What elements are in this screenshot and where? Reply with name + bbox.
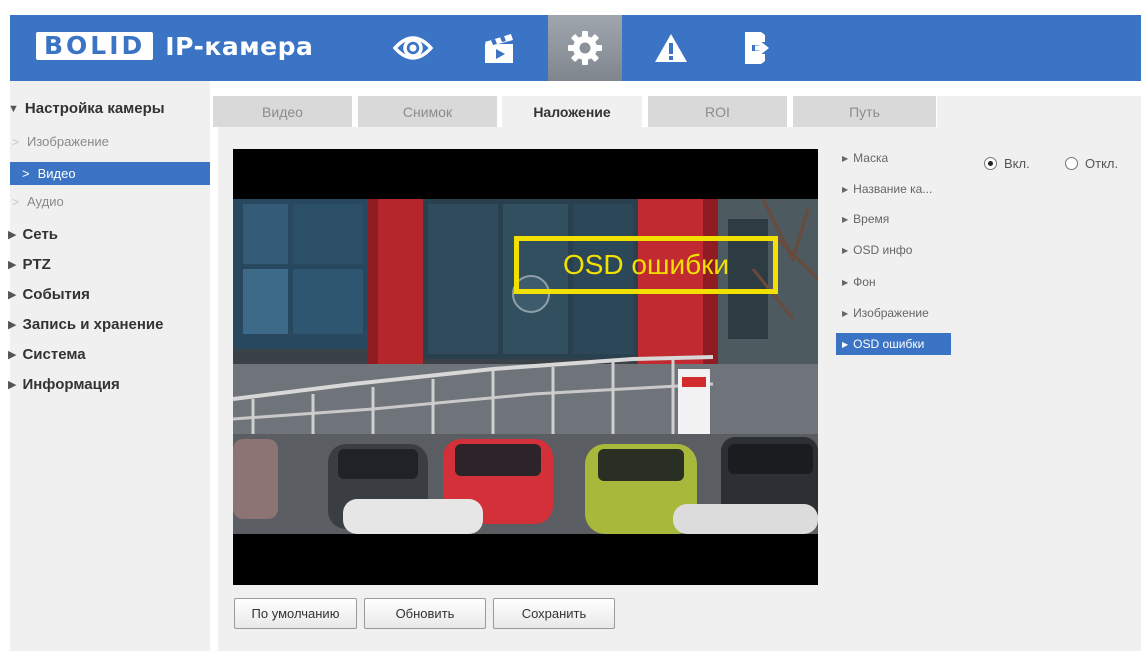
osd-menu-label: OSD ошибки — [853, 337, 925, 351]
triangle-right-icon: ▶ — [8, 379, 17, 391]
osd-menu-channel-name[interactable]: ▶ Название ка... — [836, 178, 951, 200]
sidebar-item-camera-settings[interactable]: ▼ Настройка камеры — [8, 100, 165, 117]
osd-menu-time[interactable]: ▶ Время — [836, 208, 951, 230]
settings-panel — [954, 127, 1141, 651]
sidebar-item-label: События — [22, 286, 90, 303]
logo-badge: BOLID — [36, 32, 154, 60]
osd-error-text: OSD ошибки — [562, 249, 730, 280]
nav-alarm[interactable] — [634, 15, 708, 81]
sidebar-subitem-image[interactable]: > Изображение — [12, 134, 109, 149]
refresh-button[interactable]: Обновить — [364, 598, 486, 629]
sidebar-item-label: PTZ — [22, 256, 51, 273]
radio-selected-icon — [984, 157, 997, 170]
logo: BOLID IP-камера — [36, 31, 313, 61]
sidebar-item-label: Сеть — [22, 226, 59, 243]
osd-menu-label: OSD инфо — [853, 243, 913, 257]
gear-icon — [568, 31, 602, 65]
sidebar-subitem-video[interactable]: > Видео — [10, 162, 210, 185]
nav-playback[interactable] — [462, 15, 536, 81]
osd-error-overlay[interactable]: OSD ошибки — [514, 236, 778, 294]
osd-menu-label: Маска — [853, 151, 889, 165]
tab-path[interactable]: Путь — [793, 96, 936, 127]
default-button[interactable]: По умолчанию — [234, 598, 357, 629]
sidebar-item-information[interactable]: ▶ Информация — [8, 376, 120, 393]
triangle-right-icon: ▶ — [8, 349, 17, 361]
triangle-right-icon: ▶ — [842, 339, 849, 349]
osd-menu-label: Время — [853, 212, 890, 226]
sidebar-item-storage[interactable]: ▶ Запись и хранение — [8, 316, 163, 333]
nav-settings[interactable] — [548, 15, 622, 81]
nav-live-view[interactable] — [376, 15, 450, 81]
tab-bar-filler — [937, 96, 1141, 127]
tab-video[interactable]: Видео — [213, 96, 352, 127]
nav-logout[interactable] — [720, 15, 794, 81]
triangle-right-icon: ▶ — [8, 319, 17, 331]
sidebar-subitem-label: Видео — [37, 166, 76, 181]
radio-off-label: Откл. — [1085, 156, 1119, 171]
osd-menu-osd-errors[interactable]: ▶ OSD ошибки — [836, 333, 951, 355]
osd-menu-image[interactable]: ▶ Изображение — [836, 302, 951, 324]
sidebar-item-label: Информация — [22, 376, 120, 393]
radio-on-label: Вкл. — [1004, 156, 1030, 171]
tab-snapshot[interactable]: Снимок — [358, 96, 497, 127]
triangle-right-icon: ▶ — [842, 245, 849, 255]
sidebar-subitem-label: Изображение — [27, 134, 109, 149]
triangle-right-icon: ▶ — [8, 289, 17, 301]
triangle-down-icon: ▼ — [8, 102, 19, 115]
warning-icon — [655, 34, 687, 62]
clapperboard-icon — [485, 34, 513, 63]
tab-roi[interactable]: ROI — [648, 96, 787, 127]
triangle-right-icon: ▶ — [842, 277, 849, 287]
osd-menu-label: Изображение — [853, 306, 929, 320]
triangle-right-icon: ▶ — [842, 184, 849, 194]
sidebar-item-events[interactable]: ▶ События — [8, 286, 90, 303]
triangle-right-icon: ▶ — [842, 308, 849, 318]
sidebar-item-label: Система — [22, 346, 86, 363]
triangle-right-icon: ▶ — [8, 259, 17, 271]
triangle-right-icon: ▶ — [8, 229, 17, 241]
product-name: IP-камера — [165, 31, 314, 61]
sidebar-item-system[interactable]: ▶ Система — [8, 346, 86, 363]
sidebar-item-network[interactable]: ▶ Сеть — [8, 226, 58, 243]
tab-overlay[interactable]: Наложение — [502, 96, 642, 127]
eye-icon — [393, 36, 433, 60]
sidebar-item-label: Запись и хранение — [22, 316, 164, 333]
chevron-right-icon: > — [22, 166, 30, 181]
sidebar-subitem-audio[interactable]: > Аудио — [12, 194, 64, 209]
chevron-right-icon: > — [12, 134, 20, 149]
osd-menu-label: Фон — [853, 275, 876, 289]
triangle-right-icon: ▶ — [842, 153, 849, 163]
logout-icon — [745, 32, 769, 64]
top-navigation-bar: BOLID IP-камера — [10, 15, 1141, 81]
sidebar-item-ptz[interactable]: ▶ PTZ — [8, 256, 51, 273]
radio-on[interactable]: Вкл. — [984, 156, 1030, 171]
osd-menu-osd-info[interactable]: ▶ OSD инфо — [836, 239, 951, 261]
osd-menu-mask[interactable]: ▶ Маска — [836, 147, 951, 169]
osd-menu-background[interactable]: ▶ Фон — [836, 271, 951, 293]
radio-off[interactable]: Откл. — [1065, 156, 1118, 171]
sidebar-subitem-label: Аудио — [27, 194, 64, 209]
sidebar-item-label: Настройка камеры — [24, 100, 165, 117]
osd-menu-label: Название ка... — [853, 182, 933, 196]
radio-unselected-icon — [1065, 157, 1078, 170]
chevron-right-icon: > — [12, 194, 20, 209]
triangle-right-icon: ▶ — [842, 214, 849, 224]
save-button[interactable]: Сохранить — [493, 598, 615, 629]
video-preview[interactable] — [233, 149, 818, 585]
